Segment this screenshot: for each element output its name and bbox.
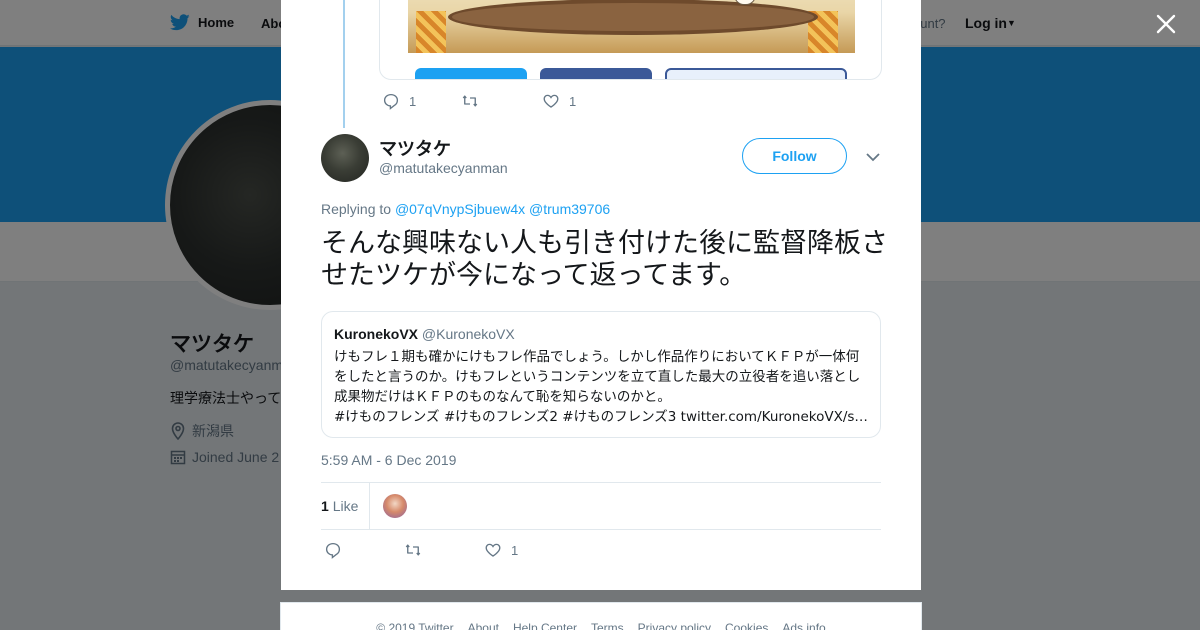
reply-mention-link[interactable]: @trum39706 bbox=[529, 201, 610, 217]
footer-link-cookies[interactable]: Cookies bbox=[725, 621, 768, 630]
image-detail bbox=[416, 11, 446, 53]
reply-count: 1 bbox=[409, 93, 417, 109]
tweet-timestamp[interactable]: 5:59 AM - 6 Dec 2019 bbox=[321, 452, 456, 468]
footer-link-about[interactable]: About bbox=[468, 621, 499, 630]
image-detail bbox=[452, 3, 814, 31]
action-like-count: 1 bbox=[511, 542, 519, 558]
footer-link-ads[interactable]: Ads info bbox=[782, 621, 825, 630]
retweet-action[interactable] bbox=[461, 92, 542, 110]
follow-button[interactable]: Follow bbox=[742, 138, 847, 174]
author-name[interactable]: マツタケ bbox=[379, 135, 451, 161]
author-avatar[interactable] bbox=[321, 134, 369, 182]
liker-avatar[interactable] bbox=[383, 494, 407, 518]
reply-icon bbox=[383, 93, 399, 110]
heart-icon bbox=[485, 543, 501, 557]
quoted-tweet-text: けもフレ１期も確かにけもフレ作品でしょう。しかし作品作りにおいてＫＦＰが一体何を… bbox=[334, 349, 861, 405]
reply-mention-link[interactable]: @07qVnypSjbuew4x bbox=[395, 201, 525, 217]
likes-stat[interactable]: 1 Like bbox=[321, 498, 358, 514]
previous-tweet-media-card[interactable] bbox=[379, 0, 882, 80]
retweet-action[interactable] bbox=[404, 541, 484, 559]
replying-prefix: Replying to bbox=[321, 201, 392, 217]
replying-to: Replying to @07qVnypSjbuew4x @trum39706 bbox=[321, 201, 610, 217]
bookmark-share-button[interactable] bbox=[665, 68, 847, 79]
reply-action[interactable]: 1 bbox=[382, 92, 461, 110]
retweet-icon bbox=[405, 544, 421, 556]
quoted-tweet[interactable]: KuronekoVX @KuronekoVX けもフレ１期も確かにけもフレ作品で… bbox=[321, 311, 881, 438]
tweet-text: そんな興味ない人も引き付けた後に監督降板させたツケが今になって返ってます。 bbox=[321, 228, 888, 291]
footer: © 2019 Twitter About Help Center Terms P… bbox=[280, 602, 922, 630]
footer-copyright: © 2019 Twitter bbox=[376, 621, 454, 630]
like-count: 1 bbox=[569, 93, 577, 109]
likes-label: Like bbox=[332, 498, 359, 514]
quoted-tweet-header: KuronekoVX @KuronekoVX bbox=[334, 326, 868, 342]
thread-connector bbox=[343, 0, 345, 128]
facebook-share-button[interactable] bbox=[540, 68, 652, 79]
stats-divider bbox=[369, 483, 370, 529]
heart-icon bbox=[543, 94, 559, 108]
like-action[interactable]: 1 bbox=[484, 541, 518, 559]
footer-link-terms[interactable]: Terms bbox=[591, 621, 624, 630]
close-icon[interactable] bbox=[1152, 10, 1180, 38]
chevron-down-icon[interactable] bbox=[865, 150, 881, 164]
quoted-author-handle: @KuronekoVX bbox=[421, 326, 515, 342]
tweet-actions: 1 bbox=[324, 541, 518, 559]
quoted-author-name: KuronekoVX bbox=[334, 326, 419, 342]
likes-count: 1 bbox=[321, 498, 329, 514]
like-action[interactable]: 1 bbox=[542, 92, 576, 110]
previous-tweet-actions: 1 1 bbox=[382, 92, 576, 110]
reply-action[interactable] bbox=[324, 541, 404, 559]
footer-link-help[interactable]: Help Center bbox=[513, 621, 577, 630]
quoted-tweet-tags[interactable]: #けものフレンズ #けものフレンズ2 #けものフレンズ3 twitter.com… bbox=[334, 407, 868, 427]
tweet-modal: 1 1 マツタケ @matutakecyanman Follow Replyin… bbox=[281, 0, 921, 590]
retweet-icon bbox=[462, 95, 478, 107]
footer-link-privacy[interactable]: Privacy policy bbox=[638, 621, 711, 630]
twitter-share-button[interactable] bbox=[415, 68, 527, 79]
tweet-stats: 1 Like bbox=[321, 482, 881, 530]
author-handle[interactable]: @matutakecyanman bbox=[379, 160, 508, 176]
reply-icon bbox=[325, 542, 341, 559]
media-image[interactable] bbox=[408, 0, 855, 53]
